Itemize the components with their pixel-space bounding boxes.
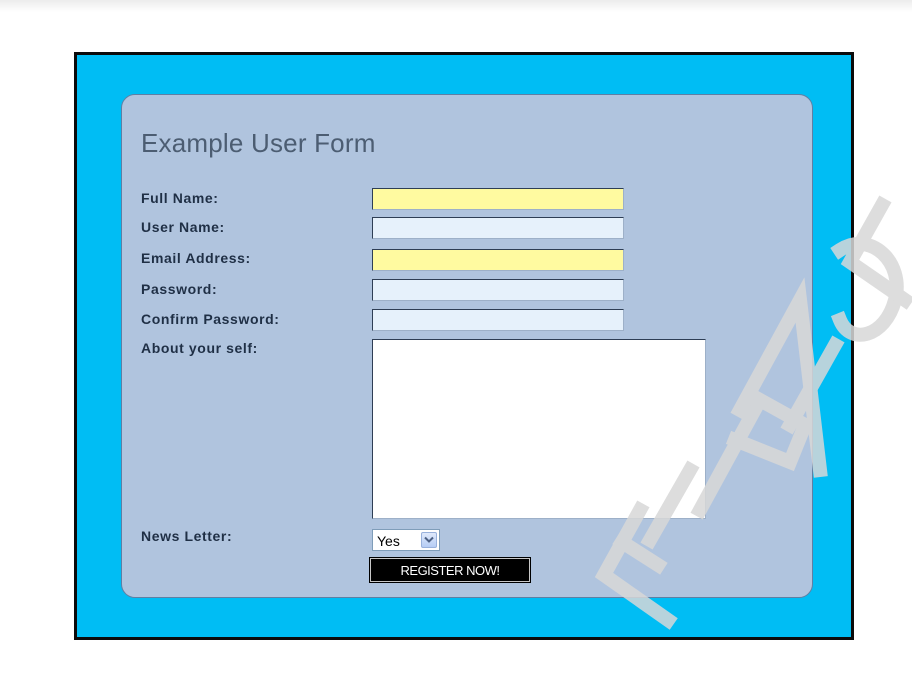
- password-label: Password:: [141, 281, 218, 297]
- form-frame: Example User Form Full Name: User Name: …: [74, 52, 854, 640]
- user-name-input[interactable]: [372, 217, 624, 239]
- about-yourself-label: About your self:: [141, 340, 258, 356]
- user-form-panel: Example User Form Full Name: User Name: …: [121, 94, 813, 598]
- email-address-input[interactable]: [372, 249, 624, 271]
- about-yourself-textarea[interactable]: [372, 339, 706, 519]
- email-address-label: Email Address:: [141, 250, 251, 266]
- watermark-glyph-sigma: [840, 195, 912, 310]
- newsletter-label: News Letter:: [141, 528, 233, 544]
- confirm-password-label: Confirm Password:: [141, 311, 280, 327]
- register-now-button[interactable]: REGISTER NOW!: [369, 557, 531, 583]
- chevron-down-icon: [424, 536, 434, 543]
- select-arrow-button[interactable]: [421, 532, 437, 548]
- page-top-shade: [0, 0, 912, 12]
- password-input[interactable]: [372, 279, 624, 301]
- newsletter-selected-value: Yes: [377, 533, 400, 549]
- form-title: Example User Form: [141, 128, 376, 158]
- full-name-label: Full Name:: [141, 190, 219, 206]
- user-name-label: User Name:: [141, 219, 225, 235]
- confirm-password-input[interactable]: [372, 309, 624, 331]
- full-name-input[interactable]: [372, 188, 624, 210]
- newsletter-select[interactable]: Yes: [372, 529, 440, 551]
